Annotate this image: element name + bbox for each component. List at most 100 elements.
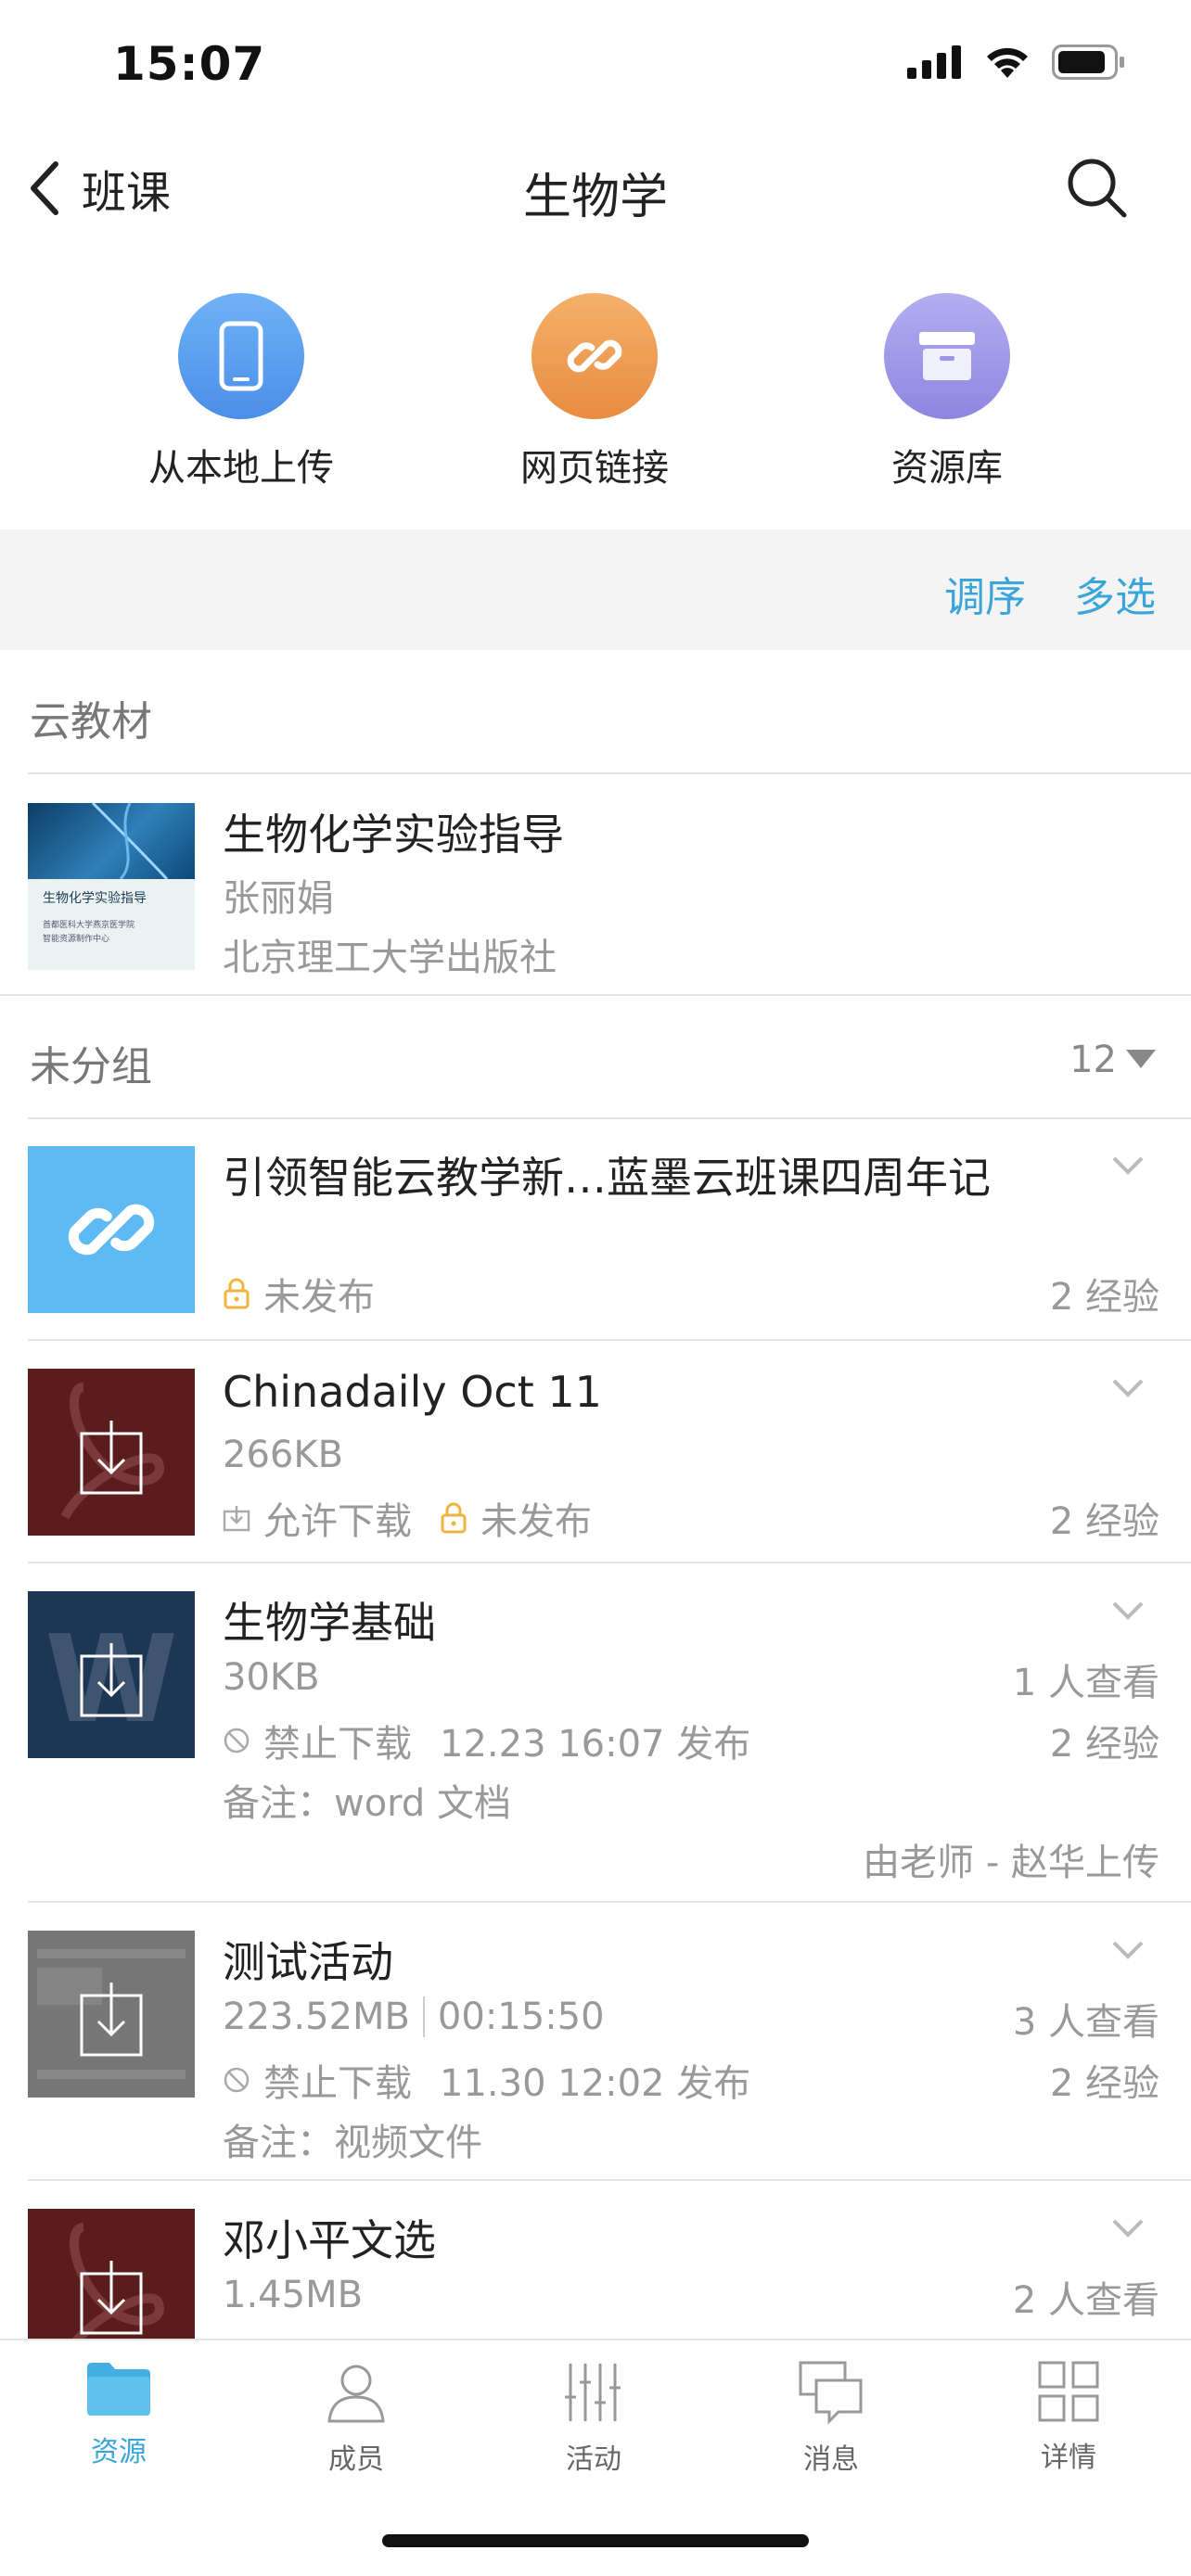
divider: [0, 994, 1191, 996]
item-expand-button[interactable]: [1111, 1940, 1145, 1964]
cover-title: 生物化学实验指导: [43, 891, 147, 906]
chevron-down-icon: [1112, 1941, 1144, 1959]
web-link-button[interactable]: 网页链接: [474, 293, 715, 491]
wifi-icon: [987, 47, 1028, 78]
book-title[interactable]: 生物化学实验指导: [223, 801, 564, 862]
book-author: 张丽娟: [223, 877, 334, 920]
ungrouped-count: 12: [1069, 1039, 1117, 1081]
tab-resources[interactable]: 资源: [35, 2360, 202, 2469]
item-title[interactable]: 引领智能云教学新…蓝墨云班课四周年记: [223, 1144, 991, 1205]
status-text: 未发布: [480, 1500, 592, 1543]
link-icon: [531, 293, 658, 419]
cover-org: 首都医科大学燕京医学院: [43, 921, 135, 930]
battery-icon: [1052, 45, 1124, 80]
tab-label: 活动: [566, 2443, 621, 2476]
divider: [28, 1339, 1191, 1341]
pdf-download-icon: [60, 1383, 164, 1520]
video-download-icon: [28, 1931, 195, 2098]
person-icon: [327, 2365, 385, 2423]
item-status: 未发布: [223, 1267, 375, 1320]
no-download-icon: [224, 2067, 250, 2093]
cloud-section-header: 云教材: [30, 698, 152, 746]
tab-members[interactable]: 成员: [273, 2360, 440, 2477]
item-expand-button[interactable]: [1111, 1600, 1145, 1625]
resource-library-button[interactable]: 资源库: [826, 293, 1068, 491]
tab-label: 详情: [1041, 2442, 1096, 2474]
cover-sub: 智能资源制作中心: [43, 935, 110, 944]
signal-icon: [907, 45, 961, 79]
item-uploader: 由老师 - 赵华上传: [863, 1842, 1159, 1884]
message-icon: [799, 2361, 863, 2425]
item-size: 1.45MB: [223, 2274, 364, 2316]
no-download-icon: [224, 1728, 250, 1753]
tab-details[interactable]: 详情: [985, 2360, 1152, 2475]
word-thumb[interactable]: W: [28, 1591, 195, 1758]
tab-activities[interactable]: 活动: [510, 2360, 677, 2477]
item-expand-button[interactable]: [1111, 1155, 1145, 1180]
item-title[interactable]: Chinadaily Oct 11: [223, 1367, 602, 1417]
link-icon: [68, 1204, 155, 1256]
chevron-down-icon: [1112, 2219, 1144, 2238]
item-views: 3 人查看: [1012, 2001, 1159, 2044]
status-time: 15:07: [113, 37, 266, 91]
item-size: 266KB: [223, 1434, 344, 1476]
status-text: 未发布: [263, 1276, 375, 1319]
separator: [422, 1996, 425, 2037]
item-meta: 禁止下载 11.30 12:02 发布: [223, 2053, 750, 2107]
item-title[interactable]: 生物学基础: [223, 1589, 436, 1651]
status-icons: [907, 45, 1126, 80]
tab-label: 成员: [328, 2443, 384, 2476]
caret-down-icon: [1126, 1050, 1156, 1068]
divider: [28, 2179, 1191, 2181]
video-thumb[interactable]: [28, 1931, 195, 2098]
search-button[interactable]: [1065, 156, 1130, 224]
divider: [28, 1117, 1191, 1119]
page-title: 生物学: [522, 170, 668, 225]
grid-icon: [1038, 2361, 1099, 2422]
item-expand-button[interactable]: [1111, 2218, 1145, 2242]
item-note: 备注：视频文件: [223, 2122, 482, 2164]
search-icon: [1068, 159, 1127, 218]
item-title[interactable]: 测试活动: [223, 1929, 393, 1990]
home-indicator[interactable]: [382, 2534, 809, 2547]
book-cover[interactable]: 生物化学实验指导 首都医科大学燕京医学院 智能资源制作中心: [28, 803, 195, 970]
item-size-duration: 223.52MB 00:15:50: [223, 1996, 605, 2038]
archive-icon: [884, 293, 1010, 419]
upload-local-button[interactable]: 从本地上传: [121, 293, 362, 491]
chevron-down-icon: [1112, 1156, 1144, 1175]
resource-library-label: 资源库: [891, 447, 1003, 490]
tab-messages[interactable]: 消息: [748, 2360, 915, 2477]
multiselect-button[interactable]: 多选: [1074, 564, 1156, 623]
download-text: 禁止下载: [263, 1723, 412, 1766]
item-size: 223.52MB: [223, 1996, 410, 2038]
download-icon: [223, 1506, 250, 1532]
item-title[interactable]: 邓小平文选: [223, 2207, 436, 2268]
divider: [28, 772, 1191, 774]
divider: [28, 1562, 1191, 1563]
publish-time: 12.23 16:07 发布: [440, 1723, 751, 1766]
chevron-down-icon: [1112, 1379, 1144, 1397]
upload-local-label: 从本地上传: [148, 447, 334, 490]
item-size: 30KB: [223, 1656, 320, 1699]
web-link-label: 网页链接: [520, 447, 669, 490]
phone-icon: [178, 293, 304, 419]
item-views: 2 人查看: [1012, 2279, 1159, 2322]
tab-label: 消息: [803, 2443, 859, 2476]
ungrouped-header: 未分组: [30, 1043, 152, 1090]
link-thumb[interactable]: [28, 1146, 195, 1313]
ungrouped-toggle[interactable]: 12: [1069, 1039, 1156, 1081]
item-meta: 禁止下载 12.23 16:07 发布: [223, 1714, 750, 1767]
tab-label: 资源: [91, 2436, 147, 2468]
publish-time: 11.30 12:02 发布: [440, 2062, 751, 2105]
item-duration: 00:15:50: [437, 1996, 605, 2038]
item-exp: 2 经验: [1049, 1500, 1159, 1543]
word-download-icon: W: [45, 1609, 177, 1750]
item-exp: 2 经验: [1049, 1723, 1159, 1766]
item-views: 1 人查看: [1012, 1662, 1159, 1704]
chevron-down-icon: [1112, 1601, 1144, 1620]
reorder-button[interactable]: 调序: [944, 564, 1026, 623]
divider: [28, 1901, 1191, 1903]
item-note: 备注：word 文档: [223, 1782, 512, 1825]
pdf-thumb[interactable]: [28, 1369, 195, 1536]
item-expand-button[interactable]: [1111, 1378, 1145, 1402]
